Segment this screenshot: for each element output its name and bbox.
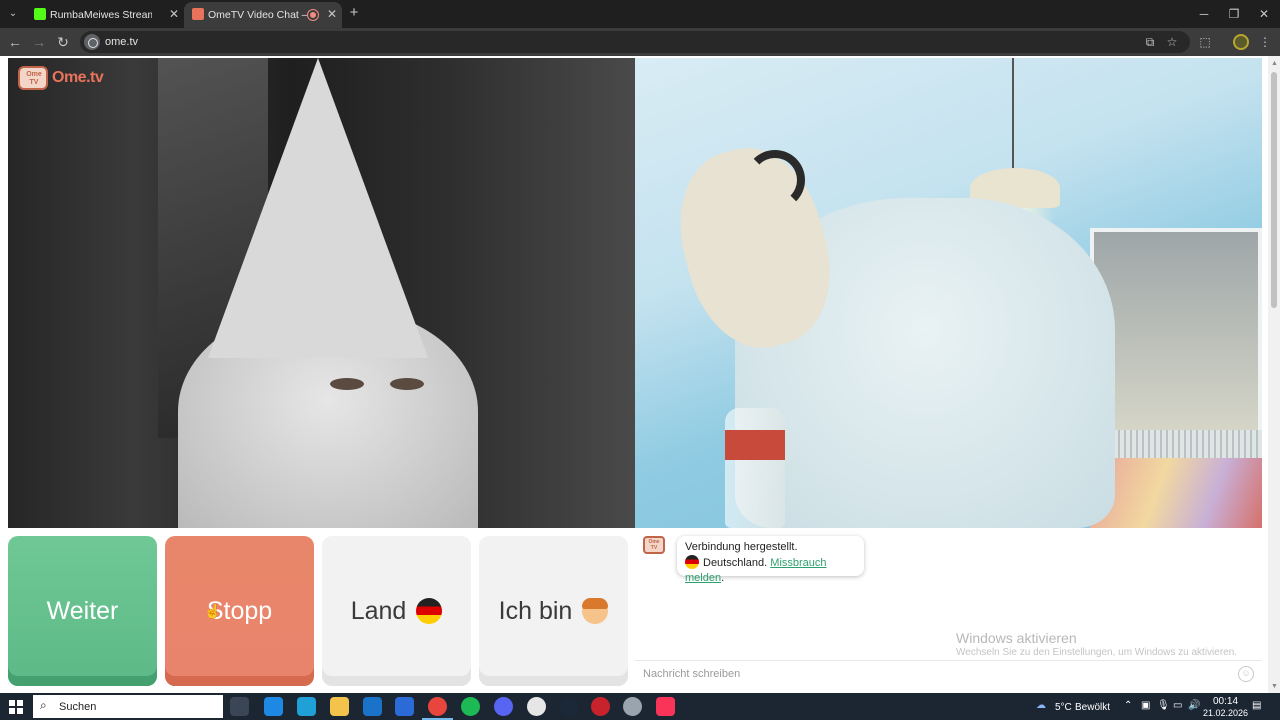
tab-title: RumbaMeiwes Stream - Watch [50,9,152,21]
profile-avatar[interactable] [1233,34,1249,50]
lamp-cord [1012,58,1014,178]
tv-logo-icon: Ome TV [18,66,48,90]
url-text: ome.tv [105,36,139,48]
system-message: Verbindung hergestellt. Deutschland. Mis… [677,536,864,584]
ometv-logo[interactable]: Ome TV Ome.tv [18,64,110,92]
bed-blanket [1090,458,1262,528]
taskbar-search[interactable]: ⌕ Suchen [33,695,223,718]
itunes-icon[interactable] [656,697,675,716]
outlook-icon[interactable] [363,697,382,716]
edge-icon[interactable] [297,697,316,716]
clock-date[interactable]: 21.02.2026 [1203,708,1248,718]
connection-status: Verbindung hergestellt. [685,541,798,553]
i-am-label: Ich bin [498,596,573,625]
stop-button[interactable]: Stopp [165,536,314,686]
hand-cursor-icon: ☝ [204,603,222,619]
windows-taskbar: ⌕ Suchen ☁ 5°C Bewölkt ⌃ ▣ 🎙 ▭ 🔊 00:14 2… [0,693,1280,720]
windows-activation-title: Windows aktivieren [956,630,1077,646]
new-tab-plus-icon[interactable]: + [346,5,362,21]
country-label: Land [350,596,407,625]
weather-temp[interactable]: 5°C [1055,702,1072,713]
message-input[interactable]: Nachricht schreiben ☺ [635,660,1262,686]
next-button[interactable]: Weiter [8,536,157,686]
site-info-icon[interactable] [84,34,100,50]
headphones [745,150,805,210]
emoji-smiley-icon[interactable]: ☺ [1238,666,1254,682]
weather-cloud-icon[interactable]: ☁ [1036,699,1046,713]
microphone-icon[interactable]: 🎙 [1157,699,1170,713]
bottle-label [725,430,785,460]
scroll-thumb[interactable] [1271,72,1277,308]
ometv-chat-logo-icon: Ome TV [643,536,665,554]
steam-icon[interactable] [559,697,578,716]
country-button[interactable]: Land [322,536,471,686]
notifications-icon[interactable]: ▤ [1252,699,1261,713]
tab-search-chevron-icon[interactable]: ⌄ [4,5,22,23]
address-bar[interactable]: ome.tv [80,31,1190,53]
clock-time[interactable]: 00:14 [1213,696,1238,707]
ometv-favicon-icon [192,8,204,20]
menu-kebab-icon[interactable]: ⋮ [1256,33,1274,51]
reload-icon[interactable]: ↻ [54,33,72,51]
i-am-button[interactable]: Ich bin [479,536,628,686]
browser-tab-strip: ⌄ RumbaMeiwes Stream - Watch ✕ OmeTV Vid… [0,0,1280,28]
radiator [1090,430,1262,460]
tray-app-icon[interactable]: ▣ [1141,699,1150,713]
recording-indicator-icon [308,10,318,20]
next-label: Weiter [46,596,119,625]
spotify-icon[interactable] [461,697,480,716]
discord-icon[interactable] [494,697,513,716]
kick-favicon-icon [34,8,46,20]
eye-hole [390,378,424,390]
forward-arrow-icon[interactable]: → [30,33,48,51]
search-label: Suchen [59,701,97,713]
chrome-icon[interactable] [422,697,453,720]
windows-activation-subtitle: Wechseln Sie zu den Einstellungen, um Wi… [956,647,1238,658]
scroll-down-icon[interactable]: ▼ [1271,683,1278,691]
remote-video [635,58,1262,528]
tab-rumbameiwes[interactable]: RumbaMeiwes Stream - Watch ✕ [26,2,184,28]
bottle [725,408,785,528]
weather-text[interactable]: Bewölkt [1075,702,1110,713]
logo-text: Ome.tv [52,69,104,86]
windows-start-icon[interactable] [9,700,23,714]
germany-flag-icon [685,555,699,569]
extensions-icon[interactable]: ⬚ [1196,33,1214,51]
boy-emoji-icon [582,598,609,624]
country-line: Deutschland. Missbrauch melden. [685,555,827,584]
tray-chevron-up-icon[interactable]: ⌃ [1124,699,1132,713]
wordpress-icon[interactable] [527,697,546,716]
store-icon[interactable] [395,697,414,716]
tab-ometv[interactable]: OmeTV Video Chat — Ome ✕ [184,2,342,28]
hood-figure [208,58,428,358]
media-player-icon[interactable] [264,697,283,716]
cast-icon[interactable]: ⧉ [1141,33,1159,51]
bookmark-star-icon[interactable]: ☆ [1163,33,1181,51]
file-explorer-icon[interactable] [330,697,349,716]
network-icon[interactable]: ▭ [1173,699,1182,713]
room-window [1090,228,1262,438]
tab-close-icon[interactable]: ✕ [325,7,339,21]
browser-toolbar: ← → ↻ ome.tv ⧉ ☆ ⬚ ⋮ [0,28,1280,56]
task-view-icon[interactable] [230,697,249,716]
message-placeholder: Nachricht schreiben [643,668,741,680]
app-gray-icon[interactable] [623,697,642,716]
search-icon: ⌕ [40,698,47,712]
window-close-icon[interactable]: ✕ [1246,4,1280,24]
local-video [8,58,635,528]
tab-close-icon[interactable]: ✕ [167,7,181,21]
scroll-up-icon[interactable]: ▲ [1271,60,1278,68]
country-name: Deutschland. [703,557,768,569]
back-arrow-icon[interactable]: ← [6,33,24,51]
chat-panel: Ome TV Verbindung hergestellt. Deutschla… [635,528,1262,686]
volume-icon[interactable]: 🔊 [1188,699,1200,713]
germany-flag-icon [416,598,443,624]
eye-hole [330,378,364,390]
tab-title: OmeTV Video Chat — Ome [208,9,310,21]
app-red-icon[interactable] [591,697,610,716]
